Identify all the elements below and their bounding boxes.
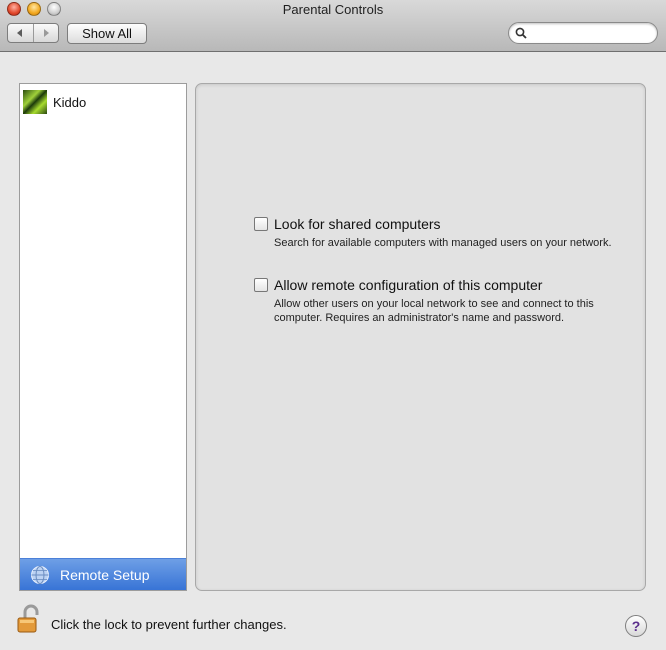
forward-arrow-icon [43, 29, 49, 37]
back-forward-control [7, 23, 59, 43]
sidebar-item-kiddo[interactable]: Kiddo [23, 89, 86, 115]
allow-remote-config-label[interactable]: Allow remote configuration of this compu… [274, 277, 542, 293]
allow-remote-config-option: Allow remote configuration of this compu… [254, 277, 624, 325]
settings-panel: Look for shared computers Search for ava… [195, 83, 646, 591]
lock-message: Click the lock to prevent further change… [51, 617, 287, 632]
search-field[interactable] [508, 22, 658, 44]
window-toolbar: Parental Controls Show All [0, 0, 666, 52]
look-for-shared-checkbox[interactable] [254, 217, 268, 231]
search-icon [515, 27, 527, 39]
sidebar-item-remote-setup[interactable]: Remote Setup [20, 558, 186, 590]
show-all-button[interactable]: Show All [67, 23, 147, 44]
lock-icon[interactable] [16, 604, 42, 634]
look-for-shared-description: Search for available computers with mana… [274, 237, 612, 249]
users-sidebar: Kiddo Remote Setup [19, 83, 187, 591]
globe-icon [31, 565, 49, 584]
forward-button[interactable] [32, 24, 59, 42]
search-input[interactable] [531, 25, 651, 41]
avatar [23, 90, 47, 114]
user-name: Kiddo [53, 94, 87, 110]
allow-remote-config-description: Allow other users on your local network … [274, 298, 594, 324]
allow-remote-config-checkbox[interactable] [254, 278, 268, 292]
back-button[interactable] [8, 24, 33, 42]
look-for-shared-label[interactable]: Look for shared computers [274, 216, 441, 232]
help-button[interactable]: ? [625, 615, 647, 637]
remote-setup-label: Remote Setup [60, 566, 150, 583]
back-arrow-icon [17, 29, 23, 37]
window-title: Parental Controls [282, 2, 384, 17]
look-for-shared-option: Look for shared computers Search for ava… [254, 216, 624, 250]
